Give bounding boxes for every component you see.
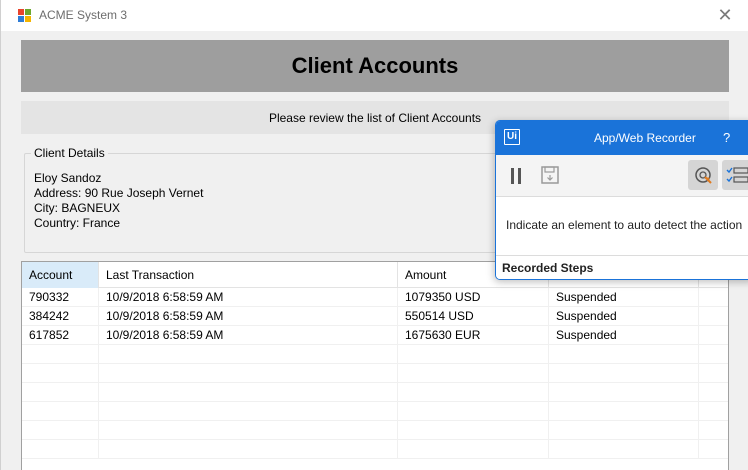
amount-cell: 1675630 EUR <box>398 326 549 345</box>
table-row[interactable]: 790332 10/9/2018 6:58:59 AM 1079350 USD … <box>22 288 728 307</box>
amount-cell: 1079350 USD <box>398 288 549 307</box>
empty-row <box>22 364 728 383</box>
title-bar: ACME System 3 ✕ <box>1 0 748 31</box>
empty-row <box>22 402 728 421</box>
column-header-last-transaction[interactable]: Last Transaction <box>99 262 398 288</box>
recorded-steps-header: Recorded Steps <box>496 255 748 279</box>
client-country: Country: France <box>34 216 121 230</box>
account-cell: 790332 <box>22 288 99 307</box>
target-icon[interactable] <box>688 160 718 190</box>
status-cell: Suspended <box>549 307 699 326</box>
recorder-toolbar <box>496 155 748 197</box>
table-row[interactable]: 617852 10/9/2018 6:58:59 AM 1675630 EUR … <box>22 326 728 345</box>
empty-row <box>22 440 728 459</box>
last-transaction-cell: 10/9/2018 6:58:59 AM <box>99 326 398 345</box>
app-icon <box>18 9 32 22</box>
account-cell: 384242 <box>22 307 99 326</box>
amount-cell: 550514 USD <box>398 307 549 326</box>
accounts-grid[interactable]: Account Last Transaction Amount 790332 1… <box>21 261 729 470</box>
recorder-panel: Ui App/Web Recorder ? Indicate an elemen… <box>495 120 748 280</box>
recorder-title-bar[interactable]: Ui App/Web Recorder ? <box>496 121 748 155</box>
client-name: Eloy Sandoz <box>34 171 102 185</box>
last-transaction-cell: 10/9/2018 6:58:59 AM <box>99 307 398 326</box>
client-city: City: BAGNEUX <box>34 201 121 215</box>
window-title: ACME System 3 <box>39 8 128 22</box>
client-details-legend: Client Details <box>31 146 108 160</box>
empty-row <box>22 383 728 402</box>
table-row[interactable]: 384242 10/9/2018 6:58:59 AM 550514 USD S… <box>22 307 728 326</box>
close-icon[interactable]: ✕ <box>713 4 737 26</box>
client-address: Address: 90 Rue Joseph Vernet <box>34 186 204 200</box>
checklist-icon[interactable] <box>722 160 748 190</box>
page-title: Client Accounts <box>21 40 729 92</box>
recorder-title: App/Web Recorder <box>594 131 696 145</box>
help-icon[interactable]: ? <box>723 130 730 145</box>
account-cell: 617852 <box>22 326 99 345</box>
pause-icon[interactable] <box>501 160 531 190</box>
column-header-account[interactable]: Account <box>22 262 99 288</box>
empty-row <box>22 421 728 440</box>
last-transaction-cell: 10/9/2018 6:58:59 AM <box>99 288 398 307</box>
status-cell: Suspended <box>549 288 699 307</box>
status-cell: Suspended <box>549 326 699 345</box>
empty-row <box>22 345 728 364</box>
recorder-instruction: Indicate an element to auto detect the a… <box>506 218 743 232</box>
save-icon[interactable] <box>535 160 565 190</box>
uipath-logo-icon: Ui <box>504 129 520 145</box>
